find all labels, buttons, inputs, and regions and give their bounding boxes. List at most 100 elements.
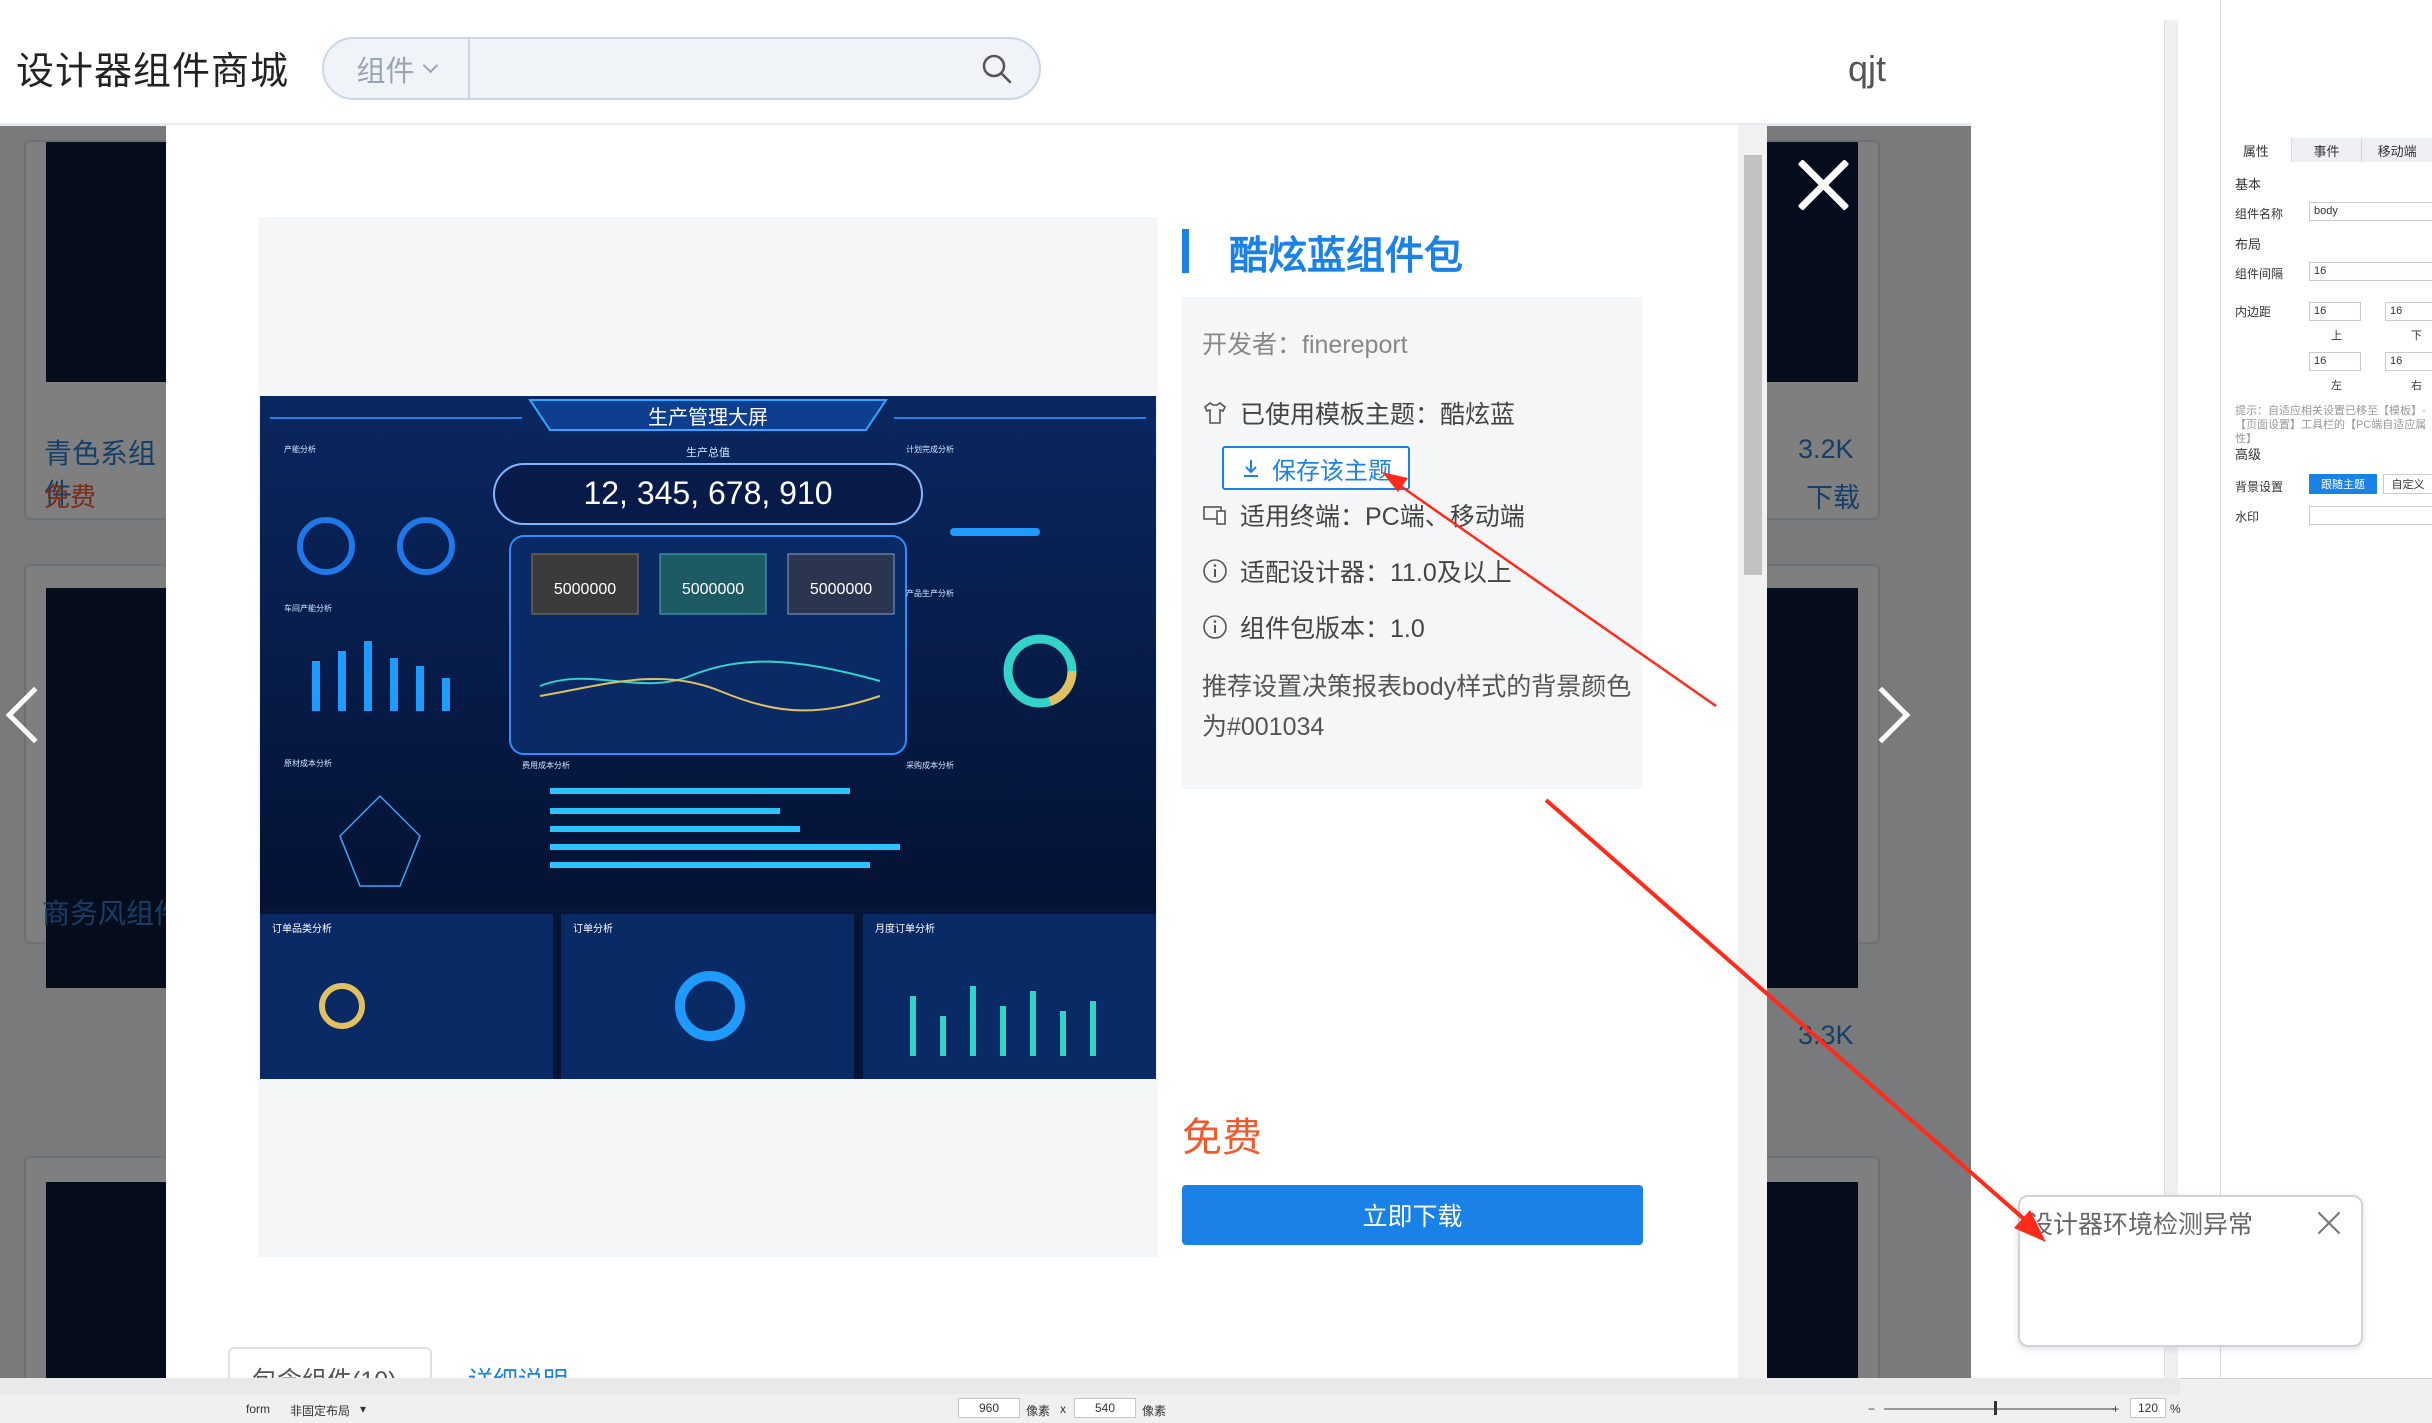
preview-sub-title: 月度订单分析 [875,922,935,935]
search-category-select[interactable]: 组件 [324,39,470,98]
store-header: 设计器组件商城 组件 qjt [0,0,1971,126]
search-icon[interactable] [981,53,1013,85]
terminals-row: 适用终端：PC端、移动端 [1202,497,1525,533]
preview-stat: 5000000 [682,581,744,598]
preview-main-title: 生产管理大屏 [648,406,768,429]
designer-version-text: 适配设计器：11.0及以上 [1240,559,1512,587]
bg-custom-button[interactable]: 自定义 [2383,474,2432,494]
hint-text: 提示：自适应相关设置已移至【模板】-【页面设置】工具栏的【PC端自适应属性】 [2235,405,2427,445]
price-label: 免费 [1182,1116,1262,1160]
horizontal-scrollbar[interactable] [0,1378,2180,1394]
left-label: 左 [2331,380,2342,392]
preview-total-label: 生产总值 [686,445,730,459]
gap-label: 组件间隔 [2235,267,2284,281]
app-title: 设计器组件商城 [16,51,290,93]
preview-panel-title: 产能分析 [284,444,316,454]
save-theme-label: 保存该主题 [1272,457,1392,485]
padding-left-field[interactable]: 16 [2309,352,2361,371]
times-label: x [1060,1402,1066,1416]
section-basic: 基本 [2235,177,2262,192]
section-layout: 布局 [2235,237,2262,252]
preview-panel: 生产管理大屏 生产总值 12, 345, 678, 910 5000000 50… [258,217,1158,1257]
tab-components-label: 包含组件(10) [252,1367,396,1378]
property-panel: 属性 事件 移动端 基本 组件名称 body 布局 组件间隔 16 内边距 16… [2220,0,2432,1378]
used-theme-row: 已使用模板主题：酷炫蓝 [1202,395,1515,431]
canvas-scrollbar[interactable] [2164,20,2178,1380]
zoom-slider[interactable] [1884,1408,2114,1410]
scroll-thumb[interactable] [1744,155,1762,575]
top-label: 上 [2331,330,2342,342]
gap-field[interactable]: 16 [2309,262,2432,281]
search-bar[interactable]: 组件 [322,37,1041,100]
info-icon [1203,615,1227,639]
unit-label: 像素 [1142,1404,1167,1418]
padding-top-field[interactable]: 16 [2309,302,2361,321]
height-field[interactable]: 540 [1074,1398,1136,1418]
shirt-icon [1203,402,1227,424]
package-title: 酷炫蓝组件包 [1229,235,1464,278]
download-label: 立即下载 [1362,1203,1463,1231]
preview-panel-title: 采购成本分析 [906,760,954,770]
chevron-down-icon [422,57,438,74]
zoom-field[interactable]: 120 [2130,1398,2166,1418]
developer-text: 开发者：finereport [1202,331,1408,359]
close-icon[interactable] [1796,158,1850,212]
designer-canvas [1971,0,2220,1378]
recommendation-text: 推荐设置决策报表body样式的背景颜色为#001034 [1202,673,1632,741]
user-name[interactable]: qjt [1848,48,1886,90]
modal-scrollbar[interactable] [1738,125,1767,1378]
bottom-label: 下 [2411,330,2422,342]
zoom-out-icon[interactable]: − [1868,1402,1875,1416]
store-window: 青色系组件 免费 商务风组件 3.2K 下载 3.3K 设计器组件商城 组件 [0,0,1971,1378]
package-info: 开发者：finereport 已使用模板主题：酷炫蓝 保存该主题 适用终端：PC… [1182,297,1642,789]
toast-title: 设计器环境检测异常 [2028,1211,2254,1239]
watermark-label: 水印 [2235,510,2260,524]
width-field[interactable]: 960 [958,1398,1020,1418]
download-button[interactable]: 立即下载 [1182,1185,1643,1245]
save-theme-button[interactable]: 保存该主题 [1222,446,1410,490]
preview-stat: 5000000 [554,581,616,598]
search-category-label: 组件 [356,55,415,88]
bg-follow-theme-button[interactable]: 跟随主题 [2309,474,2377,494]
preview-panel-title: 产品生产分析 [906,588,954,598]
close-icon[interactable] [2317,1211,2341,1235]
zoom-in-icon[interactable]: + [2112,1402,2119,1416]
tab-properties[interactable]: 属性 [2221,138,2292,162]
component-detail-modal: 生产管理大屏 生产总值 12, 345, 678, 910 5000000 50… [166,125,1767,1378]
tab-events[interactable]: 事件 [2292,138,2363,162]
preview-image[interactable]: 生产管理大屏 生产总值 12, 345, 678, 910 5000000 50… [260,396,1156,1079]
preview-panel-title: 车间产能分析 [284,603,332,613]
tab-components[interactable]: 包含组件(10) [228,1347,432,1378]
info-icon [1203,559,1227,583]
padding-label: 内边距 [2235,305,2272,319]
preview-panel-title: 原材成本分析 [284,758,332,768]
title-accent-bar [1182,229,1189,273]
chevron-down-icon[interactable]: ▾ [360,1402,366,1416]
zoom-handle[interactable] [1994,1401,1997,1415]
tab-mobile[interactable]: 移动端 [2362,138,2432,162]
environment-warning-toast: 设计器环境检测异常 [2018,1195,2363,1347]
package-version-text: 组件包版本：1.0 [1240,615,1425,643]
right-label: 右 [2411,380,2422,392]
device-icon [1203,506,1226,525]
preview-stat: 5000000 [810,581,872,598]
component-name-field[interactable]: body [2309,202,2432,221]
padding-right-field[interactable]: 16 [2385,352,2432,371]
section-advanced: 高级 [2235,447,2262,462]
preview-total-value: 12, 345, 678, 910 [583,475,832,511]
download-icon [1244,460,1258,477]
designer-version-row: 适配设计器：11.0及以上 [1202,553,1512,589]
watermark-field[interactable] [2309,506,2432,525]
unit-label: 像素 [1026,1404,1051,1418]
used-theme-text: 已使用模板主题：酷炫蓝 [1240,401,1516,429]
property-tabs: 属性 事件 移动端 [2221,138,2432,162]
preview-panel-title: 计划完成分析 [906,444,954,454]
component-name-label: 组件名称 [2235,207,2284,221]
terminals-text: 适用终端：PC端、移动端 [1240,503,1525,531]
tab-details[interactable]: 详细说明 [468,1361,568,1378]
background-label: 背景设置 [2235,480,2284,494]
layout-mode-select[interactable]: 非固定布局 [290,1402,350,1419]
package-version-row: 组件包版本：1.0 [1202,609,1425,645]
preview-sub-title: 订单分析 [573,922,613,935]
padding-bottom-field[interactable]: 16 [2385,302,2432,321]
